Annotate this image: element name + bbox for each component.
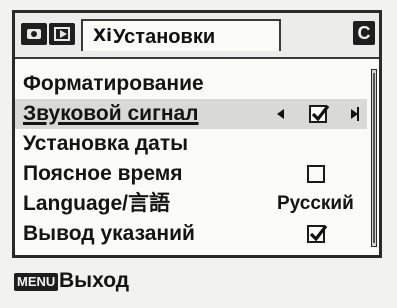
menu-button-icon[interactable]: MENU (14, 273, 59, 291)
menu-item-date-setting[interactable]: Установка даты (15, 129, 367, 159)
arrow-right-icon[interactable] (351, 107, 359, 121)
guide-display-checkbox[interactable] (307, 225, 328, 243)
menu-item-guide-display[interactable]: Вывод указаний (15, 219, 367, 249)
wrench-icon: Xi (93, 26, 112, 46)
menu-tab-strip: Xi Установки C (15, 13, 379, 59)
beep-checkbox[interactable] (309, 105, 330, 123)
exit-label: Выход (59, 269, 130, 292)
menu-item-world-time[interactable]: Поясное время (15, 159, 367, 189)
setup-menu-panel: Xi Установки C Форматирование Звуковой с… (12, 10, 382, 258)
menu-item-label: Установка даты (23, 132, 189, 155)
language-value: Русский (277, 193, 354, 214)
check-icon (309, 225, 328, 242)
menu-item-label: Поясное время (23, 162, 183, 185)
world-time-checkbox[interactable] (307, 165, 325, 183)
menu-item-label: Language/言語 (23, 192, 171, 215)
menu-item-beep[interactable]: Звуковой сигнал (15, 99, 367, 129)
playback-icon[interactable] (49, 23, 75, 45)
tab-setup[interactable]: Xi Установки (81, 19, 281, 51)
tab-custom[interactable]: C (353, 21, 375, 45)
menu-item-label: Звуковой сигнал (23, 102, 199, 125)
scrollbar-thumb[interactable] (373, 73, 375, 243)
menu-item-language[interactable]: Language/言語 Русский (15, 189, 367, 219)
arrow-left-icon[interactable] (277, 109, 284, 119)
menu-footer: MENU Выход (12, 262, 382, 302)
tab-setup-label: Установки (113, 26, 216, 48)
check-icon (311, 105, 330, 122)
menu-item-label: Вывод указаний (23, 222, 195, 245)
menu-item-format[interactable]: Форматирование (15, 69, 367, 99)
camera-icon[interactable] (21, 23, 47, 45)
menu-item-label: Форматирование (23, 72, 204, 95)
menu-list: Форматирование Звуковой сигнал Установка… (15, 63, 367, 253)
